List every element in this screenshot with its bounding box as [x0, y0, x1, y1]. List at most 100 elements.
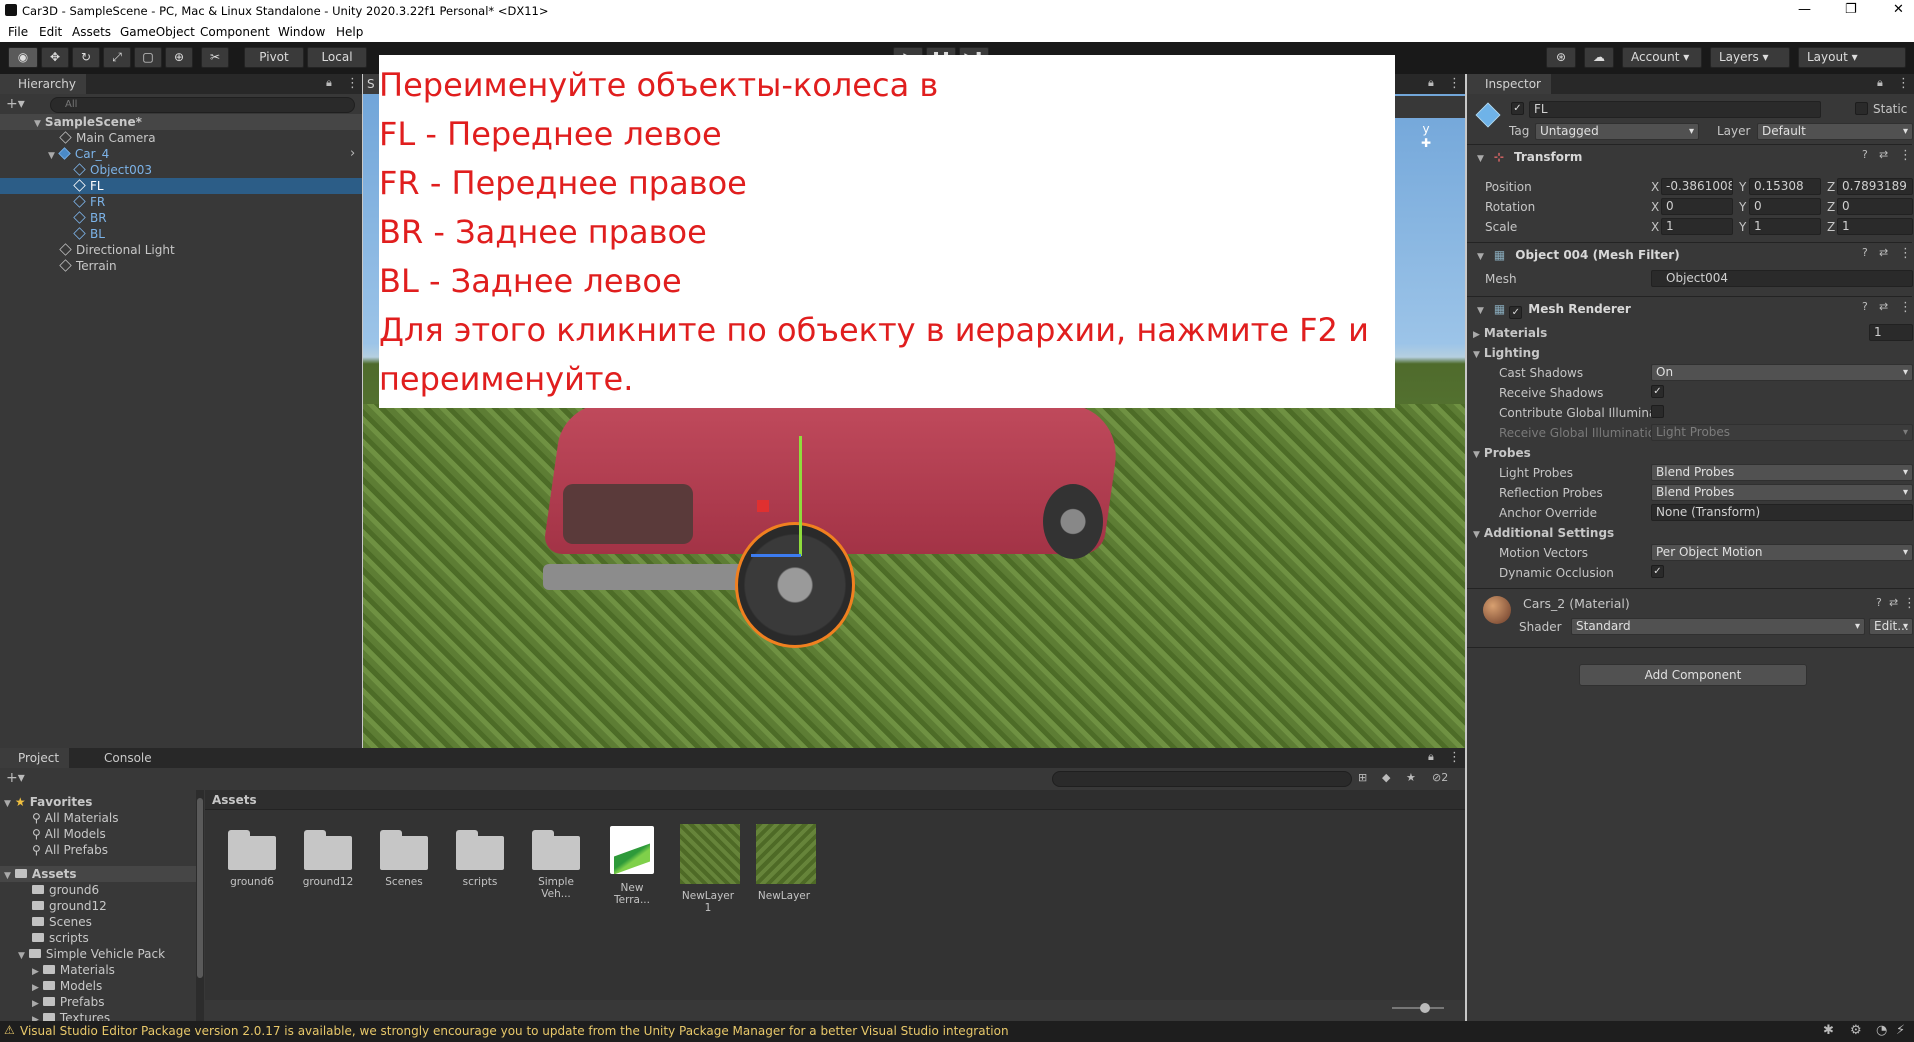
asset-terrain-data[interactable]: New Terra...	[604, 824, 660, 906]
favorite-all-models[interactable]: ⚲ All Models	[32, 826, 106, 842]
hierarchy-item-car4[interactable]: ▼ Car_4	[48, 146, 109, 162]
menu-edit[interactable]: Edit	[39, 25, 62, 39]
move-gizmo-y-axis[interactable]	[799, 436, 802, 556]
breadcrumb-assets[interactable]: Assets	[212, 793, 257, 807]
help-icon[interactable]: ?	[1876, 596, 1882, 609]
hierarchy-item-terrain[interactable]: Terrain	[59, 258, 117, 274]
scene-orientation-gizmo-icon[interactable]: y ✚	[1401, 122, 1451, 192]
materials-foldout[interactable]: ▶ Materials	[1473, 326, 1547, 340]
active-checkbox[interactable]: ✓	[1511, 102, 1524, 115]
custom-tool-icon[interactable]: ✂	[201, 47, 229, 68]
menu-gameobject[interactable]: GameObject	[120, 25, 195, 39]
console-tab[interactable]: Console	[86, 748, 152, 768]
favorites-star-icon[interactable]: ★	[1406, 771, 1416, 784]
local-toggle-button[interactable]: Local	[307, 47, 367, 68]
tree-folder-prefabs[interactable]: ▶ Prefabs	[32, 994, 104, 1010]
rotation-x-field[interactable]: 0	[1661, 198, 1733, 215]
more-menu-icon[interactable]: ⋮	[1903, 596, 1914, 611]
reflection-probes-dropdown[interactable]: Blend Probes	[1651, 484, 1913, 501]
help-icon[interactable]: ?	[1862, 300, 1868, 313]
tree-folder-simple-vehicle-pack[interactable]: ▼ Simple Vehicle Pack	[18, 946, 165, 962]
position-x-field[interactable]: -0.3861008	[1661, 178, 1733, 195]
create-plus-icon[interactable]: +▾	[6, 96, 25, 112]
material-title[interactable]: Cars_2 (Material)	[1523, 596, 1630, 611]
motion-vectors-dropdown[interactable]: Per Object Motion	[1651, 544, 1913, 561]
contribute-gi-checkbox[interactable]	[1651, 405, 1664, 418]
assets-foldout[interactable]: ▼ Assets	[0, 866, 196, 882]
more-menu-icon[interactable]: ⋮	[1448, 76, 1461, 91]
scale-y-field[interactable]: 1	[1749, 218, 1821, 235]
mesh-filter-header[interactable]: ▼ ▦ Object 004 (Mesh Filter)	[1467, 242, 1912, 266]
rotate-tool-icon[interactable]: ↻	[72, 47, 100, 68]
anchor-override-field[interactable]: None (Transform)	[1651, 504, 1913, 521]
project-tab[interactable]: Project	[0, 748, 70, 768]
layer-dropdown[interactable]: Default	[1757, 123, 1913, 140]
add-component-button[interactable]: Add Component	[1579, 664, 1807, 686]
mesh-renderer-enabled-checkbox[interactable]: ✓	[1509, 306, 1523, 319]
object-name-field[interactable]: FL	[1529, 101, 1821, 118]
project-search-input[interactable]	[1052, 771, 1352, 787]
hierarchy-item-bl[interactable]: BL	[73, 226, 105, 242]
menu-help[interactable]: Help	[336, 25, 363, 39]
tree-folder-textures[interactable]: ▶ Textures	[32, 1010, 110, 1021]
hierarchy-item-object003[interactable]: Object003	[73, 162, 152, 178]
asset-texture-newlayer[interactable]: NewLayer	[756, 824, 816, 902]
tree-scrollbar[interactable]	[196, 790, 204, 1021]
scale-x-field[interactable]: 1	[1661, 218, 1733, 235]
inspector-tab[interactable]: Inspector	[1467, 74, 1551, 94]
lock-icon[interactable]: 🔒︎	[1428, 750, 1434, 764]
tree-folder-materials[interactable]: ▶ Materials	[32, 962, 115, 978]
favorite-all-prefabs[interactable]: ⚲ All Prefabs	[32, 842, 108, 858]
filter-type-icon[interactable]: ⊞	[1358, 771, 1367, 784]
rotation-y-field[interactable]: 0	[1749, 198, 1821, 215]
hierarchy-item-fr[interactable]: FR	[73, 194, 105, 210]
hierarchy-item-br[interactable]: BR	[73, 210, 107, 226]
position-z-field[interactable]: 0.7893189	[1837, 178, 1913, 195]
lock-icon[interactable]: 🔒︎	[1877, 76, 1883, 90]
probes-foldout[interactable]: ▼ Probes	[1473, 446, 1531, 460]
hierarchy-item-fl[interactable]: FL	[0, 178, 362, 194]
menu-assets[interactable]: Assets	[72, 25, 111, 39]
favorite-all-materials[interactable]: ⚲ All Materials	[32, 810, 119, 826]
transform-tool-icon[interactable]: ⊕	[165, 47, 193, 68]
lock-icon[interactable]: 🔒︎	[1428, 76, 1434, 90]
transform-header[interactable]: ▼ ⊹ Transform	[1467, 144, 1912, 168]
scene-row[interactable]: ▼ SampleScene*	[0, 114, 362, 130]
create-plus-icon[interactable]: +▾	[6, 770, 25, 786]
preset-icon[interactable]: ⇄	[1879, 246, 1888, 259]
tag-dropdown[interactable]: Untagged	[1535, 123, 1699, 140]
static-checkbox[interactable]	[1855, 102, 1868, 115]
view-tool-eye-icon[interactable]: ◉	[8, 47, 38, 68]
lock-icon[interactable]: 🔒︎	[326, 76, 332, 90]
preset-icon[interactable]: ⇄	[1879, 300, 1888, 313]
additional-settings-foldout[interactable]: ▼ Additional Settings	[1473, 526, 1614, 540]
more-menu-icon[interactable]: ⋮	[346, 76, 359, 91]
bug-icon[interactable]: ✱	[1823, 1023, 1834, 1038]
tree-folder-scripts[interactable]: scripts	[32, 930, 89, 946]
account-dropdown[interactable]: Account ▾	[1622, 47, 1702, 68]
more-menu-icon[interactable]: ⋮	[1899, 300, 1912, 315]
hierarchy-item-directional-light[interactable]: Directional Light	[59, 242, 175, 258]
asset-texture-newlayer1[interactable]: NewLayer 1	[680, 824, 740, 914]
hidden-packages-icon[interactable]: ⊘2	[1432, 771, 1448, 784]
close-icon[interactable]: ✕	[1893, 2, 1904, 17]
auto-generate-icon[interactable]: ⚡	[1896, 1023, 1905, 1038]
dynamic-occlusion-checkbox[interactable]: ✓	[1651, 565, 1664, 578]
tree-folder-ground6[interactable]: ground6	[32, 882, 99, 898]
menu-component[interactable]: Component	[200, 25, 270, 39]
shader-dropdown[interactable]: Standard	[1571, 618, 1865, 635]
scale-tool-icon[interactable]: ⤢	[103, 47, 131, 68]
scale-z-field[interactable]: 1	[1837, 218, 1913, 235]
static-label[interactable]: Static	[1873, 102, 1907, 116]
materials-count-field[interactable]: 1	[1869, 324, 1913, 341]
preset-icon[interactable]: ⇄	[1879, 148, 1888, 161]
minimize-icon[interactable]: —	[1798, 2, 1811, 17]
position-y-field[interactable]: 0.15308	[1749, 178, 1821, 195]
light-probes-dropdown[interactable]: Blend Probes	[1651, 464, 1913, 481]
favorites-foldout[interactable]: ▼ ★ Favorites	[4, 794, 92, 810]
mesh-field[interactable]: Object004	[1651, 270, 1913, 287]
rotation-z-field[interactable]: 0	[1837, 198, 1913, 215]
collab-icon[interactable]: ⊛	[1546, 47, 1576, 68]
layout-dropdown[interactable]: Layout ▾	[1798, 47, 1906, 68]
asset-folder-ground6[interactable]: ground6	[224, 830, 280, 888]
